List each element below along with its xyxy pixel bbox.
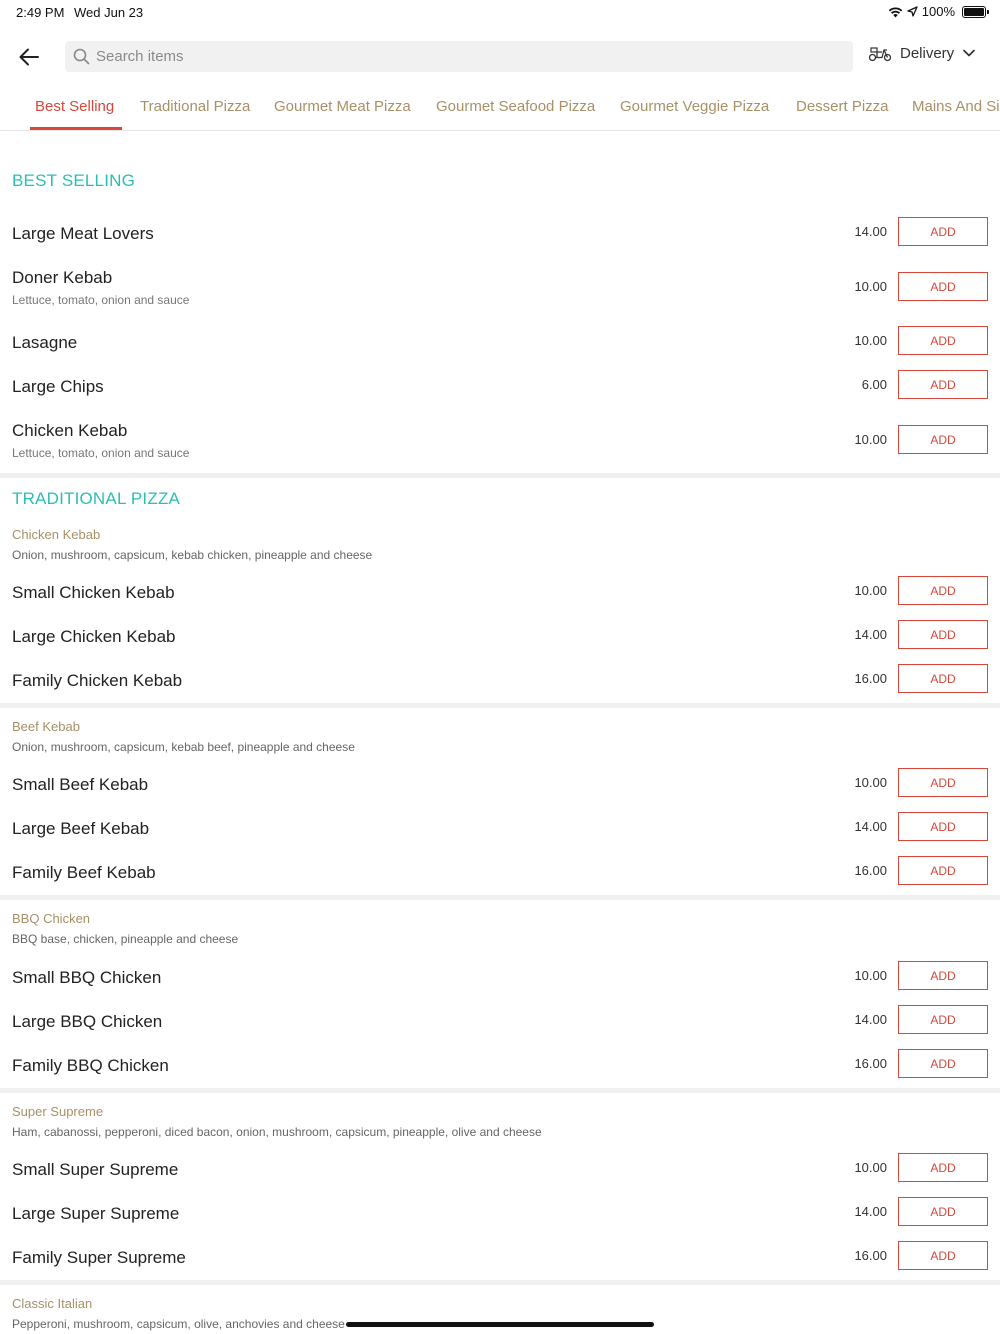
battery-percent: 100% [921,4,955,19]
section-title-traditional-pizza: TRADITIONAL PIZZA [12,489,181,508]
section-divider [0,473,1000,478]
item-name[interactable]: Large Chips [12,377,104,397]
status-bar: 2:49 PM Wed Jun 23 100% [0,0,1000,24]
item-name[interactable]: Large Super Supreme [12,1204,179,1224]
group-title: Beef Kebab [12,719,80,734]
add-button[interactable]: ADD [898,664,988,693]
item-name[interactable]: Family Chicken Kebab [12,671,182,691]
item-price: 10.00 [854,775,887,790]
add-button[interactable]: ADD [898,370,988,399]
group-description: Ham, cabanossi, pepperoni, diced bacon, … [12,1125,542,1139]
status-time: 2:49 PM [16,5,65,20]
add-button[interactable]: ADD [898,326,988,355]
add-button[interactable]: ADD [898,961,988,990]
wifi-icon [888,6,902,17]
chevron-down-icon [963,49,976,57]
item-price: 16.00 [854,671,887,686]
item-description: Lettuce, tomato, onion and sauce [12,293,190,307]
location-arrow-icon [907,6,918,17]
item-price: 14.00 [854,1204,887,1219]
group-title: Super Supreme [12,1104,104,1119]
battery-icon [962,5,989,18]
group-title: Chicken Kebab [12,527,101,542]
group-description: Onion, mushroom, capsicum, kebab chicken… [12,548,373,562]
active-tab-indicator [30,127,122,130]
group-divider [0,703,1000,708]
section-title-best-selling: BEST SELLING [12,171,136,190]
group-title: Classic Italian [12,1296,93,1311]
item-price: 10.00 [854,968,887,983]
item-price: 10.00 [854,279,887,294]
menu-list: BEST SELLING Large Meat Lovers 14.00 ADD… [0,131,1000,1334]
add-button[interactable]: ADD [898,425,988,454]
item-name[interactable]: Family Beef Kebab [12,863,156,883]
add-button[interactable]: ADD [898,1241,988,1270]
item-name[interactable]: Small Beef Kebab [12,775,148,795]
item-price: 14.00 [854,224,887,239]
item-price: 6.00 [861,377,887,392]
tab-dessert-pizza[interactable]: Dessert Pizza [796,98,889,115]
item-price: 10.00 [854,432,887,447]
item-name[interactable]: Small Chicken Kebab [12,583,175,603]
add-button[interactable]: ADD [898,812,988,841]
tab-mains-and-sides[interactable]: Mains And Si [912,98,1000,115]
tab-gourmet-seafood-pizza[interactable]: Gourmet Seafood Pizza [436,98,595,115]
add-button[interactable]: ADD [898,576,988,605]
status-right: 100% [888,4,989,19]
search-icon [73,48,90,65]
item-name[interactable]: Small BBQ Chicken [12,968,161,988]
item-name[interactable]: Doner Kebab [12,268,112,288]
add-button[interactable]: ADD [898,217,988,246]
group-description: Onion, mushroom, capsicum, kebab beef, p… [12,740,355,754]
group-divider [0,1280,1000,1285]
arrow-left-icon [19,48,39,66]
item-name[interactable]: Lasagne [12,333,77,353]
item-price: 16.00 [854,863,887,878]
tab-traditional-pizza[interactable]: Traditional Pizza [140,98,250,115]
search-input[interactable] [96,48,796,65]
delivery-label: Delivery [900,44,955,62]
item-name[interactable]: Large Chicken Kebab [12,627,176,647]
header: Delivery [0,38,1000,78]
add-button[interactable]: ADD [898,272,988,301]
group-title: BBQ Chicken [12,911,91,926]
add-button[interactable]: ADD [898,1197,988,1226]
item-name[interactable]: Large Beef Kebab [12,819,149,839]
tab-best-selling[interactable]: Best Selling [35,98,114,115]
item-price: 16.00 [854,1248,887,1263]
scooter-icon [868,47,892,62]
add-button[interactable]: ADD [898,1049,988,1078]
group-description: Pepperoni, mushroom, capsicum, olive, an… [12,1317,345,1331]
group-divider [0,1088,1000,1093]
home-indicator[interactable] [346,1322,654,1327]
item-price: 16.00 [854,1056,887,1071]
add-button[interactable]: ADD [898,768,988,797]
item-price: 10.00 [854,1160,887,1175]
delivery-selector[interactable]: Delivery [868,44,976,62]
tab-gourmet-veggie-pizza[interactable]: Gourmet Veggie Pizza [620,98,769,115]
status-date: Wed Jun 23 [74,5,144,20]
item-name[interactable]: Family BBQ Chicken [12,1056,169,1076]
group-description: BBQ base, chicken, pineapple and cheese [12,932,239,946]
item-price: 14.00 [854,1012,887,1027]
item-price: 14.00 [854,627,887,642]
add-button[interactable]: ADD [898,620,988,649]
back-button[interactable] [16,44,42,70]
item-name[interactable]: Family Super Supreme [12,1248,186,1268]
category-tabs: Best Selling Traditional Pizza Gourmet M… [0,90,1000,131]
tab-gourmet-meat-pizza[interactable]: Gourmet Meat Pizza [274,98,411,115]
item-price: 10.00 [854,583,887,598]
item-description: Lettuce, tomato, onion and sauce [12,446,190,460]
item-name[interactable]: Large BBQ Chicken [12,1012,162,1032]
item-name[interactable]: Small Super Supreme [12,1160,178,1180]
add-button[interactable]: ADD [898,1153,988,1182]
search-bar[interactable] [65,41,853,72]
group-divider [0,895,1000,900]
item-name[interactable]: Chicken Kebab [12,421,127,441]
add-button[interactable]: ADD [898,856,988,885]
add-button[interactable]: ADD [898,1005,988,1034]
item-name[interactable]: Large Meat Lovers [12,224,154,244]
item-price: 10.00 [854,333,887,348]
item-price: 14.00 [854,819,887,834]
